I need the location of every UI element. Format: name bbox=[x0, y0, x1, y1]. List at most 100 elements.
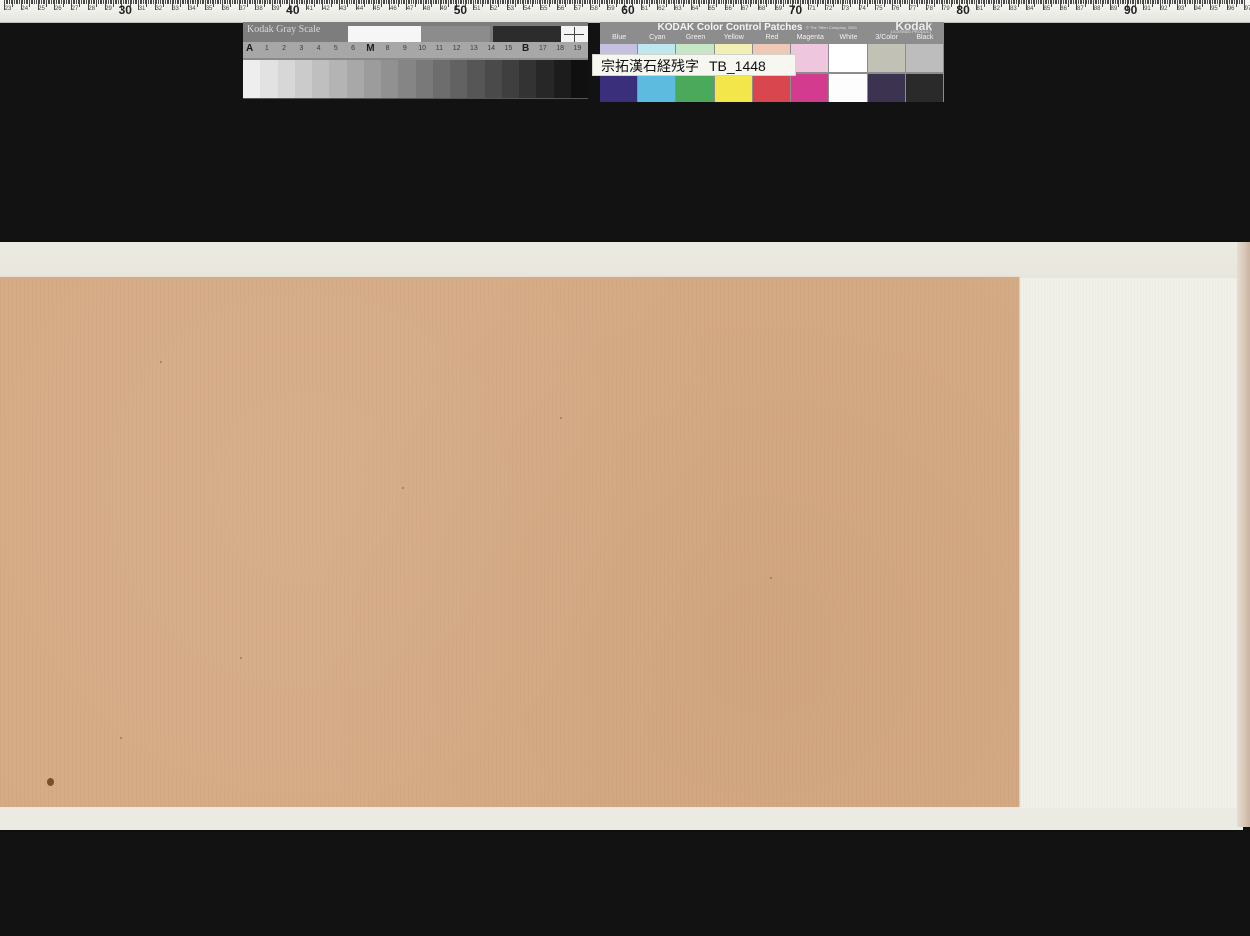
ruler-number: 39 bbox=[272, 6, 280, 12]
gray-patch bbox=[381, 60, 399, 98]
ruler-number: 85 bbox=[1043, 6, 1051, 12]
color-swatch-dark bbox=[600, 74, 638, 102]
gray-patch bbox=[260, 60, 278, 98]
color-patch-name: Black bbox=[916, 34, 934, 41]
paper-speck bbox=[770, 577, 772, 579]
gray-scale-white-block bbox=[348, 26, 421, 43]
ruler-number: 29 bbox=[105, 6, 112, 12]
gray-scale-label: 14 bbox=[487, 45, 496, 52]
ruler-number: 82 bbox=[993, 6, 1000, 12]
ruler-number: 97 bbox=[1244, 6, 1250, 12]
color-swatch-light bbox=[791, 44, 829, 72]
color-patch-name: Magenta bbox=[796, 34, 824, 41]
gray-patch bbox=[415, 60, 434, 98]
ruler-number: 84 bbox=[1026, 6, 1034, 12]
gray-scale-label: 2 bbox=[282, 45, 287, 52]
ruler-number: 76 bbox=[892, 6, 900, 12]
ruler-number: 91 bbox=[1144, 6, 1151, 12]
ruler-number: 35 bbox=[205, 6, 213, 12]
paper-speck bbox=[402, 487, 404, 489]
color-patch-name: Red bbox=[765, 34, 779, 41]
color-swatch-dark bbox=[791, 74, 829, 102]
ruler-number: 25 bbox=[38, 6, 45, 12]
ruler-number: 75 bbox=[875, 6, 883, 12]
ruler-number: 46 bbox=[390, 6, 397, 12]
gray-scale-label: 18 bbox=[556, 45, 565, 52]
ruler-number: 43 bbox=[339, 6, 347, 12]
ruler-number: 53 bbox=[507, 6, 515, 12]
ruler-number: 71 bbox=[808, 6, 816, 12]
gray-patch bbox=[312, 60, 330, 98]
ruler-number: 41 bbox=[306, 6, 313, 12]
color-patches-copyright: © The Tiffen Company, 2000 bbox=[806, 25, 857, 30]
gray-scale-label: 4 bbox=[316, 45, 321, 52]
ruler-number: 58 bbox=[591, 6, 598, 12]
ruler-number: 24 bbox=[21, 6, 29, 12]
gray-patch bbox=[519, 60, 537, 98]
scroll-roll-edge bbox=[1237, 242, 1250, 827]
ruler-number: 68 bbox=[758, 6, 766, 12]
ruler-number: 54 bbox=[524, 6, 531, 12]
gray-scale-label: 1 bbox=[264, 45, 269, 52]
ruler-number: 73 bbox=[842, 6, 850, 12]
ruler-number: 89 bbox=[1110, 6, 1118, 12]
gray-scale-mid-block bbox=[421, 26, 490, 43]
kodak-gray-scale: Kodak Gray Scale A 1 2 3 4 5 6 M 8 9 10 11 12 13 14 15 B… bbox=[243, 22, 588, 99]
gray-scale-labels: A 1 2 3 4 5 6 M 8 9 10 11 12 13 14 15 B 17 18 19 bbox=[243, 42, 588, 58]
color-patch-name: Green bbox=[685, 34, 706, 41]
ruler-number: 47 bbox=[406, 6, 414, 12]
ruler-number: 72 bbox=[825, 6, 833, 12]
gray-scale-label: 8 bbox=[385, 45, 390, 52]
gray-patch bbox=[570, 60, 588, 98]
ruler-number: 45 bbox=[373, 6, 380, 12]
gray-scale-label: B bbox=[522, 43, 530, 54]
ruler-number: 34 bbox=[188, 6, 196, 12]
gray-scale-label: 13 bbox=[469, 45, 478, 52]
ruler-number: 65 bbox=[708, 6, 716, 12]
ruler-number: 94 bbox=[1194, 6, 1202, 12]
ruler-number: 36 bbox=[222, 6, 230, 12]
paper-speck bbox=[160, 361, 162, 363]
gray-scale-label: 6 bbox=[351, 45, 356, 52]
gray-scale-black-block bbox=[493, 26, 561, 43]
ruler-number: 86 bbox=[1060, 6, 1067, 12]
gray-patch bbox=[432, 60, 451, 98]
gray-patch bbox=[398, 60, 416, 98]
gray-scale-crosshair bbox=[561, 26, 588, 43]
catalog-title: 宗拓漢石経残字 bbox=[601, 58, 699, 74]
gray-scale-label: 12 bbox=[452, 45, 461, 52]
ruler-number: 81 bbox=[976, 6, 984, 12]
gray-scale-label: 17 bbox=[538, 45, 547, 52]
color-swatch-light bbox=[905, 44, 943, 72]
ruler-number: 59 bbox=[607, 6, 615, 12]
gray-patch bbox=[484, 60, 503, 98]
gray-scale-brand: Kodak Gray Scale bbox=[247, 24, 321, 35]
ruler-number: 49 bbox=[440, 6, 447, 12]
ruler-number: 26 bbox=[54, 6, 62, 12]
ruler-number: 92 bbox=[1160, 6, 1168, 12]
color-swatch-dark bbox=[867, 74, 905, 102]
color-swatch-dark bbox=[714, 74, 752, 102]
ruler-number: 87 bbox=[1077, 6, 1084, 12]
ruler-number: 27 bbox=[71, 6, 79, 12]
gray-patch bbox=[363, 60, 382, 98]
ruler-number: 56 bbox=[557, 6, 565, 12]
color-patch-name: Blue bbox=[612, 34, 627, 41]
ruler-number: 66 bbox=[725, 6, 732, 12]
paper-speck bbox=[120, 737, 122, 739]
color-patch-name: 3/Color bbox=[875, 34, 898, 41]
paper-speck bbox=[240, 657, 242, 659]
color-swatch-dark bbox=[905, 74, 943, 102]
metric-ruler: 23 24 25 26 27 28 29 30 31 32 33 34 35 36 37 38 39 40 41 42… bbox=[0, 0, 1250, 23]
gray-scale-label: 5 bbox=[333, 45, 338, 52]
ruler-number: 67 bbox=[741, 6, 749, 12]
ruler-number: 51 bbox=[473, 6, 481, 12]
ruler-number: 77 bbox=[909, 6, 917, 12]
gray-scale-label: A bbox=[246, 43, 254, 54]
ruler-number: 88 bbox=[1093, 6, 1101, 12]
catalog-label: 宗拓漢石経残字 TB_1448 bbox=[592, 54, 796, 76]
paper-speck bbox=[560, 417, 562, 419]
color-swatch-dark bbox=[752, 74, 791, 102]
gray-patch bbox=[294, 60, 313, 98]
mount-bottom-border bbox=[0, 808, 1243, 830]
